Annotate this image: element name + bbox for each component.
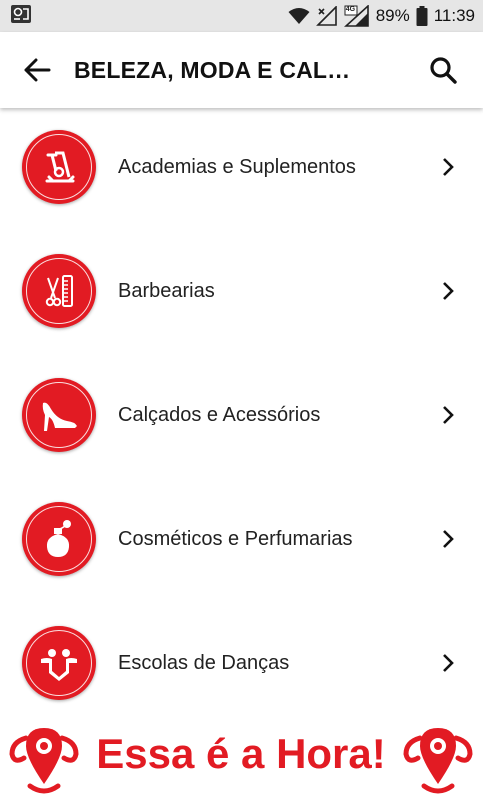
- signal-4g-icon: 4G: [343, 5, 370, 27]
- battery-percent: 89%: [375, 6, 410, 25]
- wifi-icon: [288, 7, 310, 25]
- network-type-label: 4G: [345, 6, 356, 13]
- signal-off-icon: [315, 6, 338, 26]
- list-item-label: Academias e Suplementos: [118, 155, 356, 178]
- promo-banner[interactable]: Essa é a Hora!: [0, 718, 483, 800]
- chevron-right-icon: [443, 158, 454, 176]
- map-pin-icon: [403, 728, 473, 794]
- back-button[interactable]: [0, 32, 74, 108]
- list-item-academias[interactable]: Academias e Suplementos: [0, 108, 483, 226]
- search-button[interactable]: [419, 46, 467, 94]
- search-icon: [430, 57, 457, 84]
- high-heel-shoe-icon: [42, 402, 77, 431]
- category-icon-badge: [22, 254, 96, 328]
- map-pin-icon: [9, 728, 79, 794]
- category-icon-badge: [22, 626, 96, 700]
- chevron-right-icon: [443, 406, 454, 424]
- list-item-escolas-dancas[interactable]: Escolas de Danças: [0, 604, 483, 722]
- exercise-bike-icon: [45, 151, 75, 183]
- battery-icon: [416, 6, 428, 26]
- dancers-icon: [41, 649, 77, 681]
- category-icon-badge: [22, 502, 96, 576]
- scissors-comb-icon: [45, 275, 73, 307]
- list-item-label: Escolas de Danças: [118, 651, 290, 674]
- status-bar: 4G 89% 11:39: [0, 0, 483, 32]
- perfume-bottle-icon: [46, 520, 71, 557]
- clock: 11:39: [433, 6, 475, 25]
- chevron-right-icon: [443, 530, 454, 548]
- chevron-right-icon: [443, 654, 454, 672]
- banner-slogan: Essa é a Hora!: [96, 730, 386, 777]
- notification-app-icon: [10, 4, 32, 29]
- app-bar: BELEZA, MODA E CAL…: [0, 32, 483, 108]
- list-item-label: Calçados e Acessórios: [118, 403, 321, 426]
- list-item-label: Cosméticos e Perfumarias: [118, 527, 353, 550]
- page-title: BELEZA, MODA E CAL…: [74, 56, 351, 83]
- category-icon-badge: [22, 130, 96, 204]
- list-item-calcados[interactable]: Calçados e Acessórios: [0, 356, 483, 474]
- chevron-right-icon: [443, 282, 454, 300]
- arrow-left-icon: [24, 58, 51, 82]
- category-icon-badge: [22, 378, 96, 452]
- list-item-barbearias[interactable]: Barbearias: [0, 232, 483, 350]
- list-item-cosmeticos[interactable]: Cosméticos e Perfumarias: [0, 480, 483, 598]
- list-item-label: Barbearias: [118, 279, 215, 302]
